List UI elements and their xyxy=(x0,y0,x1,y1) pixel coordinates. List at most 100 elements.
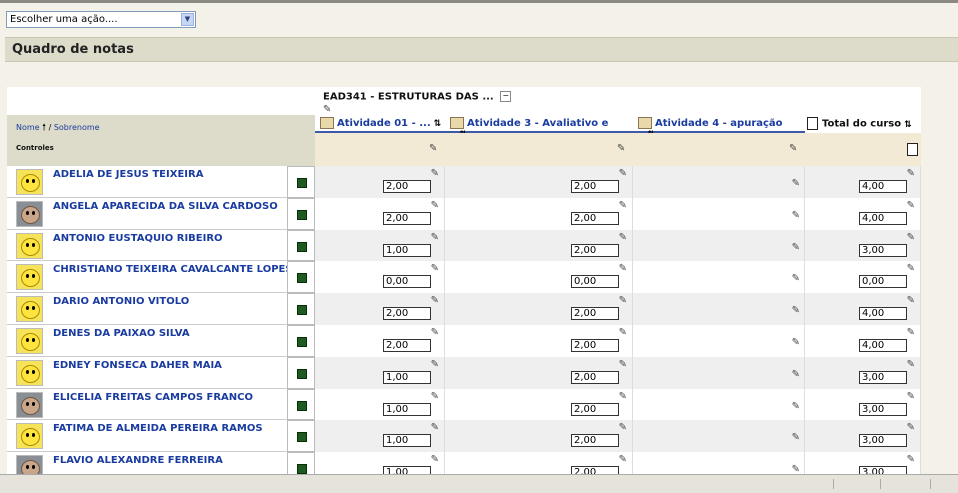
sort-icon[interactable]: ⇅ xyxy=(434,119,442,129)
grade-input[interactable] xyxy=(383,211,431,225)
edit-icon[interactable]: ✎ xyxy=(431,200,439,211)
grade-input[interactable] xyxy=(383,275,431,289)
student-name-link[interactable]: EDNEY FONSECA DAHER MAIA xyxy=(53,360,222,371)
edit-icon[interactable]: ✎ xyxy=(792,337,800,348)
edit-icon[interactable]: ✎ xyxy=(619,359,627,370)
sort-first-name-link[interactable]: Nome xyxy=(16,123,40,132)
grade-input[interactable] xyxy=(571,307,619,321)
edit-icon[interactable]: ✎ xyxy=(789,143,797,154)
edit-icon[interactable]: ✎ xyxy=(792,242,800,253)
student-name-link[interactable]: ANTONIO EUSTAQUIO RIBEIRO xyxy=(53,233,223,244)
avatar[interactable] xyxy=(16,423,43,450)
calculator-icon[interactable] xyxy=(907,143,918,156)
grade-input[interactable] xyxy=(571,338,619,352)
grade-input[interactable] xyxy=(859,338,907,352)
sort-icon[interactable]: ⇅ xyxy=(904,120,912,130)
grade-report-icon[interactable] xyxy=(297,432,307,443)
grade-input[interactable] xyxy=(383,338,431,352)
grade-input[interactable] xyxy=(859,243,907,257)
sort-arrow-icon[interactable]: 🠕 xyxy=(42,123,46,133)
edit-icon[interactable]: ✎ xyxy=(907,232,915,243)
edit-icon[interactable]: ✎ xyxy=(907,327,915,338)
student-name-link[interactable]: DARIO ANTONIO VITOLO xyxy=(53,296,189,307)
edit-icon[interactable]: ✎ xyxy=(619,327,627,338)
edit-icon[interactable]: ✎ xyxy=(619,422,627,433)
grade-input[interactable] xyxy=(859,402,907,416)
column-header-atividade-01[interactable]: Atividade 01 - ... ⇅ xyxy=(315,115,445,133)
student-name-link[interactable]: DENES DA PAIXAO SILVA xyxy=(53,328,190,339)
grade-report-icon[interactable] xyxy=(297,273,307,284)
grade-report-icon[interactable] xyxy=(297,400,307,411)
grade-input[interactable] xyxy=(383,402,431,416)
student-name-link[interactable]: ANGELA APARECIDA DA SILVA CARDOSO xyxy=(53,201,278,212)
sort-last-name-link[interactable]: Sobrenome xyxy=(54,123,100,132)
edit-icon[interactable]: ✎ xyxy=(907,168,915,179)
avatar[interactable] xyxy=(16,391,43,418)
avatar[interactable] xyxy=(16,169,43,195)
student-name-link[interactable]: FATIMA DE ALMEIDA PEREIRA RAMOS xyxy=(53,423,263,434)
column-header-total[interactable]: Total do curso ⇅ xyxy=(805,115,921,133)
edit-icon[interactable]: ✎ xyxy=(617,143,625,154)
grade-input[interactable] xyxy=(571,275,619,289)
grade-input[interactable] xyxy=(571,434,619,448)
student-name-link[interactable]: CHRISTIANO TEIXEIRA CAVALCANTE LOPES xyxy=(53,264,293,275)
grade-input[interactable] xyxy=(571,211,619,225)
column-header-atividade-3[interactable]: Atividade 3 - Avaliativo e ...⇅ xyxy=(445,115,633,140)
edit-icon[interactable]: ✎ xyxy=(431,295,439,306)
action-select[interactable]: Escolher uma ação.... ▼ xyxy=(6,11,196,28)
grade-report-icon[interactable] xyxy=(297,241,307,252)
grade-report-icon[interactable] xyxy=(297,178,307,188)
grade-input[interactable] xyxy=(383,180,431,193)
chevron-down-icon[interactable]: ▼ xyxy=(181,13,194,26)
grade-report-icon[interactable] xyxy=(297,305,307,316)
avatar[interactable] xyxy=(16,296,43,323)
avatar[interactable] xyxy=(16,200,43,227)
edit-icon[interactable]: ✎ xyxy=(792,273,800,284)
column-header-atividade-4[interactable]: Atividade 4 - apuração ...⇅ xyxy=(633,115,805,140)
grade-input[interactable] xyxy=(571,402,619,416)
edit-icon[interactable]: ✎ xyxy=(431,391,439,402)
collapse-icon[interactable]: − xyxy=(500,91,512,102)
edit-icon[interactable]: ✎ xyxy=(619,391,627,402)
edit-icon[interactable]: ✎ xyxy=(792,432,800,443)
grade-report-icon[interactable] xyxy=(297,368,307,379)
grade-input[interactable] xyxy=(859,307,907,321)
grade-input[interactable] xyxy=(571,243,619,257)
edit-icon[interactable]: ✎ xyxy=(792,178,800,189)
edit-icon[interactable]: ✎ xyxy=(792,369,800,380)
grade-input[interactable] xyxy=(859,180,907,193)
edit-icon[interactable]: ✎ xyxy=(431,263,439,274)
edit-icon[interactable]: ✎ xyxy=(792,401,800,412)
edit-icon[interactable]: ✎ xyxy=(907,263,915,274)
grade-input[interactable] xyxy=(383,370,431,384)
grade-input[interactable] xyxy=(383,434,431,448)
edit-icon[interactable]: ✎ xyxy=(907,359,915,370)
edit-icon[interactable]: ✎ xyxy=(619,232,627,243)
avatar[interactable] xyxy=(16,359,43,386)
grade-input[interactable] xyxy=(859,275,907,289)
edit-icon[interactable]: ✎ xyxy=(431,232,439,243)
grade-input[interactable] xyxy=(859,370,907,384)
grade-input[interactable] xyxy=(571,180,619,193)
edit-icon[interactable]: ✎ xyxy=(907,200,915,211)
student-name-link[interactable]: ADELIA DE JESUS TEIXEIRA xyxy=(53,169,203,180)
edit-icon[interactable]: ✎ xyxy=(619,200,627,211)
grade-report-icon[interactable] xyxy=(297,209,307,220)
grade-input[interactable] xyxy=(859,434,907,448)
edit-icon[interactable]: ✎ xyxy=(907,391,915,402)
edit-icon[interactable]: ✎ xyxy=(619,454,627,465)
grade-report-icon[interactable] xyxy=(297,464,307,475)
avatar[interactable] xyxy=(16,232,43,259)
grade-report-icon[interactable] xyxy=(297,336,307,347)
grade-input[interactable] xyxy=(383,243,431,257)
edit-icon[interactable]: ✎ xyxy=(907,295,915,306)
column-label[interactable]: Atividade 01 - ... xyxy=(337,118,431,129)
edit-icon[interactable]: ✎ xyxy=(792,305,800,316)
edit-icon[interactable]: ✎ xyxy=(619,168,627,179)
avatar[interactable] xyxy=(16,264,43,291)
edit-icon[interactable]: ✎ xyxy=(907,422,915,433)
edit-icon[interactable]: ✎ xyxy=(431,327,439,338)
avatar[interactable] xyxy=(16,327,43,354)
edit-icon[interactable]: ✎ xyxy=(429,143,437,154)
edit-icon[interactable]: ✎ xyxy=(907,454,915,465)
